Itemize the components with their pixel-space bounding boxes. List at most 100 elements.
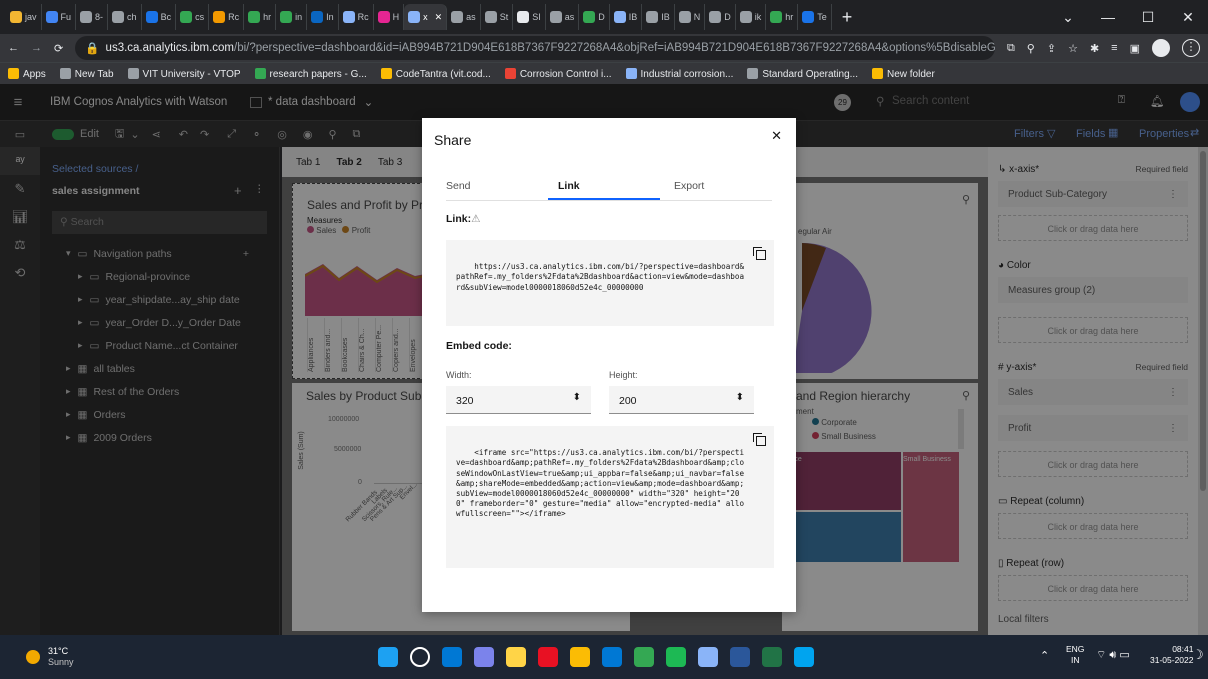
bookmark-item[interactable]: Standard Operating... bbox=[747, 67, 858, 80]
taskbar-app-icon[interactable] bbox=[666, 647, 686, 667]
bookmark-item[interactable]: Industrial corrosion... bbox=[625, 67, 733, 80]
browser-tab[interactable]: Fu bbox=[42, 4, 77, 30]
browser-tab[interactable]: cs bbox=[176, 4, 210, 30]
reload-icon[interactable]: ⟳ bbox=[54, 42, 63, 55]
reading-list-icon[interactable]: ≡ bbox=[1111, 42, 1117, 54]
tab-favicon-icon bbox=[517, 11, 530, 23]
browser-tab[interactable]: Te bbox=[798, 4, 832, 30]
bookmark-item[interactable]: New Tab bbox=[59, 67, 114, 80]
tab-send[interactable]: Send bbox=[446, 180, 471, 192]
width-input[interactable]: 320 ⬍ bbox=[446, 386, 591, 414]
bookmark-star-icon[interactable]: ☆ bbox=[1068, 42, 1078, 55]
browser-tab[interactable]: in bbox=[276, 4, 308, 30]
taskbar-app-icon[interactable] bbox=[762, 647, 782, 667]
browser-tab[interactable]: Rc bbox=[339, 4, 374, 30]
notification-center-icon[interactable]: ☽ bbox=[1192, 647, 1204, 663]
browser-tab[interactable]: hr bbox=[766, 4, 799, 30]
bookmark-label: New Tab bbox=[74, 68, 114, 80]
bookmark-label: Corrosion Control i... bbox=[519, 68, 612, 80]
browser-tab[interactable]: IB bbox=[610, 4, 643, 30]
browser-tab[interactable]: SI bbox=[513, 4, 546, 30]
link-text: https://us3.ca.analytics.ibm.com/bi/?per… bbox=[456, 262, 745, 292]
minimize-icon[interactable]: — bbox=[1088, 9, 1128, 25]
browser-tab[interactable]: jav bbox=[6, 4, 42, 30]
height-input[interactable]: 200 ⬍ bbox=[609, 386, 754, 414]
zoom-icon[interactable]: ⚲ bbox=[1027, 42, 1035, 55]
url-field[interactable]: 🔒 us3.ca.analytics.ibm.com /bi/?perspect… bbox=[75, 36, 995, 60]
browser-tab[interactable]: 8- bbox=[76, 4, 109, 30]
tab-favicon-icon bbox=[248, 11, 261, 23]
browser-tab[interactable]: N bbox=[675, 4, 706, 30]
browser-tab[interactable]: D bbox=[705, 4, 736, 30]
profile-avatar[interactable] bbox=[1152, 39, 1170, 57]
tab-link[interactable]: Link bbox=[558, 180, 580, 192]
tab-favicon-icon bbox=[10, 11, 22, 23]
browser-tab[interactable]: D bbox=[579, 4, 610, 30]
taskbar-app-icon[interactable] bbox=[698, 647, 718, 667]
width-label: Width: bbox=[446, 370, 472, 380]
taskbar-app-icon[interactable] bbox=[538, 647, 558, 667]
tab-label: In bbox=[326, 12, 334, 22]
browser-tab[interactable]: IB bbox=[642, 4, 675, 30]
new-tab-icon[interactable]: + bbox=[832, 7, 863, 28]
bookmark-item[interactable]: CodeTantra (vit.cod... bbox=[380, 67, 491, 80]
browser-tab[interactable]: In bbox=[307, 4, 339, 30]
browser-tab[interactable]: ik bbox=[736, 4, 767, 30]
sidepanel-icon[interactable]: ▣ bbox=[1130, 42, 1140, 55]
embed-box[interactable]: <iframe src="https://us3.ca.analytics.ib… bbox=[446, 426, 774, 568]
copy-link-icon[interactable] bbox=[753, 247, 766, 260]
taskbar-app-icon[interactable] bbox=[474, 647, 494, 667]
height-stepper-icon[interactable]: ⬍ bbox=[736, 392, 744, 403]
taskbar-app-icon[interactable] bbox=[634, 647, 654, 667]
bookmark-item[interactable]: VIT University - VTOP bbox=[127, 67, 241, 80]
browser-tab[interactable]: x ✕ bbox=[404, 4, 448, 30]
network-volume-battery-icons[interactable]: ⌔ 🔊︎ ▭ bbox=[1096, 648, 1130, 662]
bookmark-item[interactable]: research papers - G... bbox=[254, 67, 367, 80]
width-stepper-icon[interactable]: ⬍ bbox=[573, 392, 581, 403]
browser-tab[interactable]: Bc bbox=[142, 4, 177, 30]
browser-tab[interactable]: hr bbox=[244, 4, 277, 30]
browser-tab[interactable]: as bbox=[447, 4, 481, 30]
start-icon[interactable] bbox=[378, 647, 398, 667]
bookmark-item[interactable]: New folder bbox=[871, 67, 935, 80]
browser-tab[interactable]: H bbox=[374, 4, 405, 30]
tab-export[interactable]: Export bbox=[674, 180, 704, 192]
tab-label: SI bbox=[532, 12, 541, 22]
browser-tab-strip: jav Fu 8- ch Bc cs Rc hr in In Rc Hx ✕ as St SI as D IB IB N… bbox=[0, 0, 1208, 34]
share-page-icon[interactable]: ⇪ bbox=[1047, 42, 1056, 55]
extensions-icon[interactable]: ✱ bbox=[1090, 42, 1099, 55]
browser-tab[interactable]: St bbox=[481, 4, 514, 30]
taskbar-app-icon[interactable] bbox=[442, 647, 462, 667]
back-icon[interactable]: ← bbox=[8, 42, 19, 54]
tab-favicon-icon bbox=[342, 11, 355, 23]
browser-tab[interactable]: as bbox=[546, 4, 580, 30]
menu-kebab-icon[interactable]: ⋮ bbox=[1182, 39, 1200, 57]
tab-favicon-icon bbox=[770, 11, 783, 23]
window-controls: ⌄ — ☐ ✕ bbox=[1048, 0, 1208, 34]
taskbar: 31°C Sunny ⌃ ENG IN ⌔ 🔊︎ ▭ 08:41 31-05-2… bbox=[0, 635, 1208, 679]
close-window-icon[interactable]: ✕ bbox=[1168, 9, 1208, 26]
tab-search-icon[interactable]: ⌄ bbox=[1048, 9, 1088, 26]
browser-tab[interactable]: Rc bbox=[209, 4, 245, 30]
tab-label: St bbox=[499, 12, 509, 22]
forward-icon[interactable]: → bbox=[31, 42, 42, 54]
taskbar-app-icon[interactable] bbox=[602, 647, 622, 667]
weather-icon[interactable] bbox=[26, 650, 40, 664]
translate-icon[interactable]: ⧉ bbox=[1007, 42, 1015, 55]
link-box[interactable]: https://us3.ca.analytics.ibm.com/bi/?per… bbox=[446, 240, 774, 326]
tray-chevron-icon[interactable]: ⌃ bbox=[1040, 649, 1049, 662]
copy-embed-icon[interactable] bbox=[753, 433, 766, 446]
maximize-icon[interactable]: ☐ bbox=[1128, 9, 1168, 26]
taskbar-search-icon[interactable] bbox=[410, 647, 430, 667]
taskbar-app-icon[interactable] bbox=[506, 647, 526, 667]
close-icon[interactable]: ✕ bbox=[771, 128, 782, 144]
taskbar-app-icon[interactable] bbox=[794, 647, 814, 667]
bookmark-item[interactable]: Apps bbox=[8, 67, 46, 80]
taskbar-app-icon[interactable] bbox=[730, 647, 750, 667]
close-tab-icon[interactable]: ✕ bbox=[435, 12, 443, 23]
browser-tab[interactable]: ch bbox=[108, 4, 142, 30]
taskbar-app-icon[interactable] bbox=[570, 647, 590, 667]
tab-favicon-icon bbox=[678, 11, 691, 23]
bookmark-item[interactable]: Corrosion Control i... bbox=[504, 67, 612, 80]
tab-label: Bc bbox=[160, 12, 172, 22]
